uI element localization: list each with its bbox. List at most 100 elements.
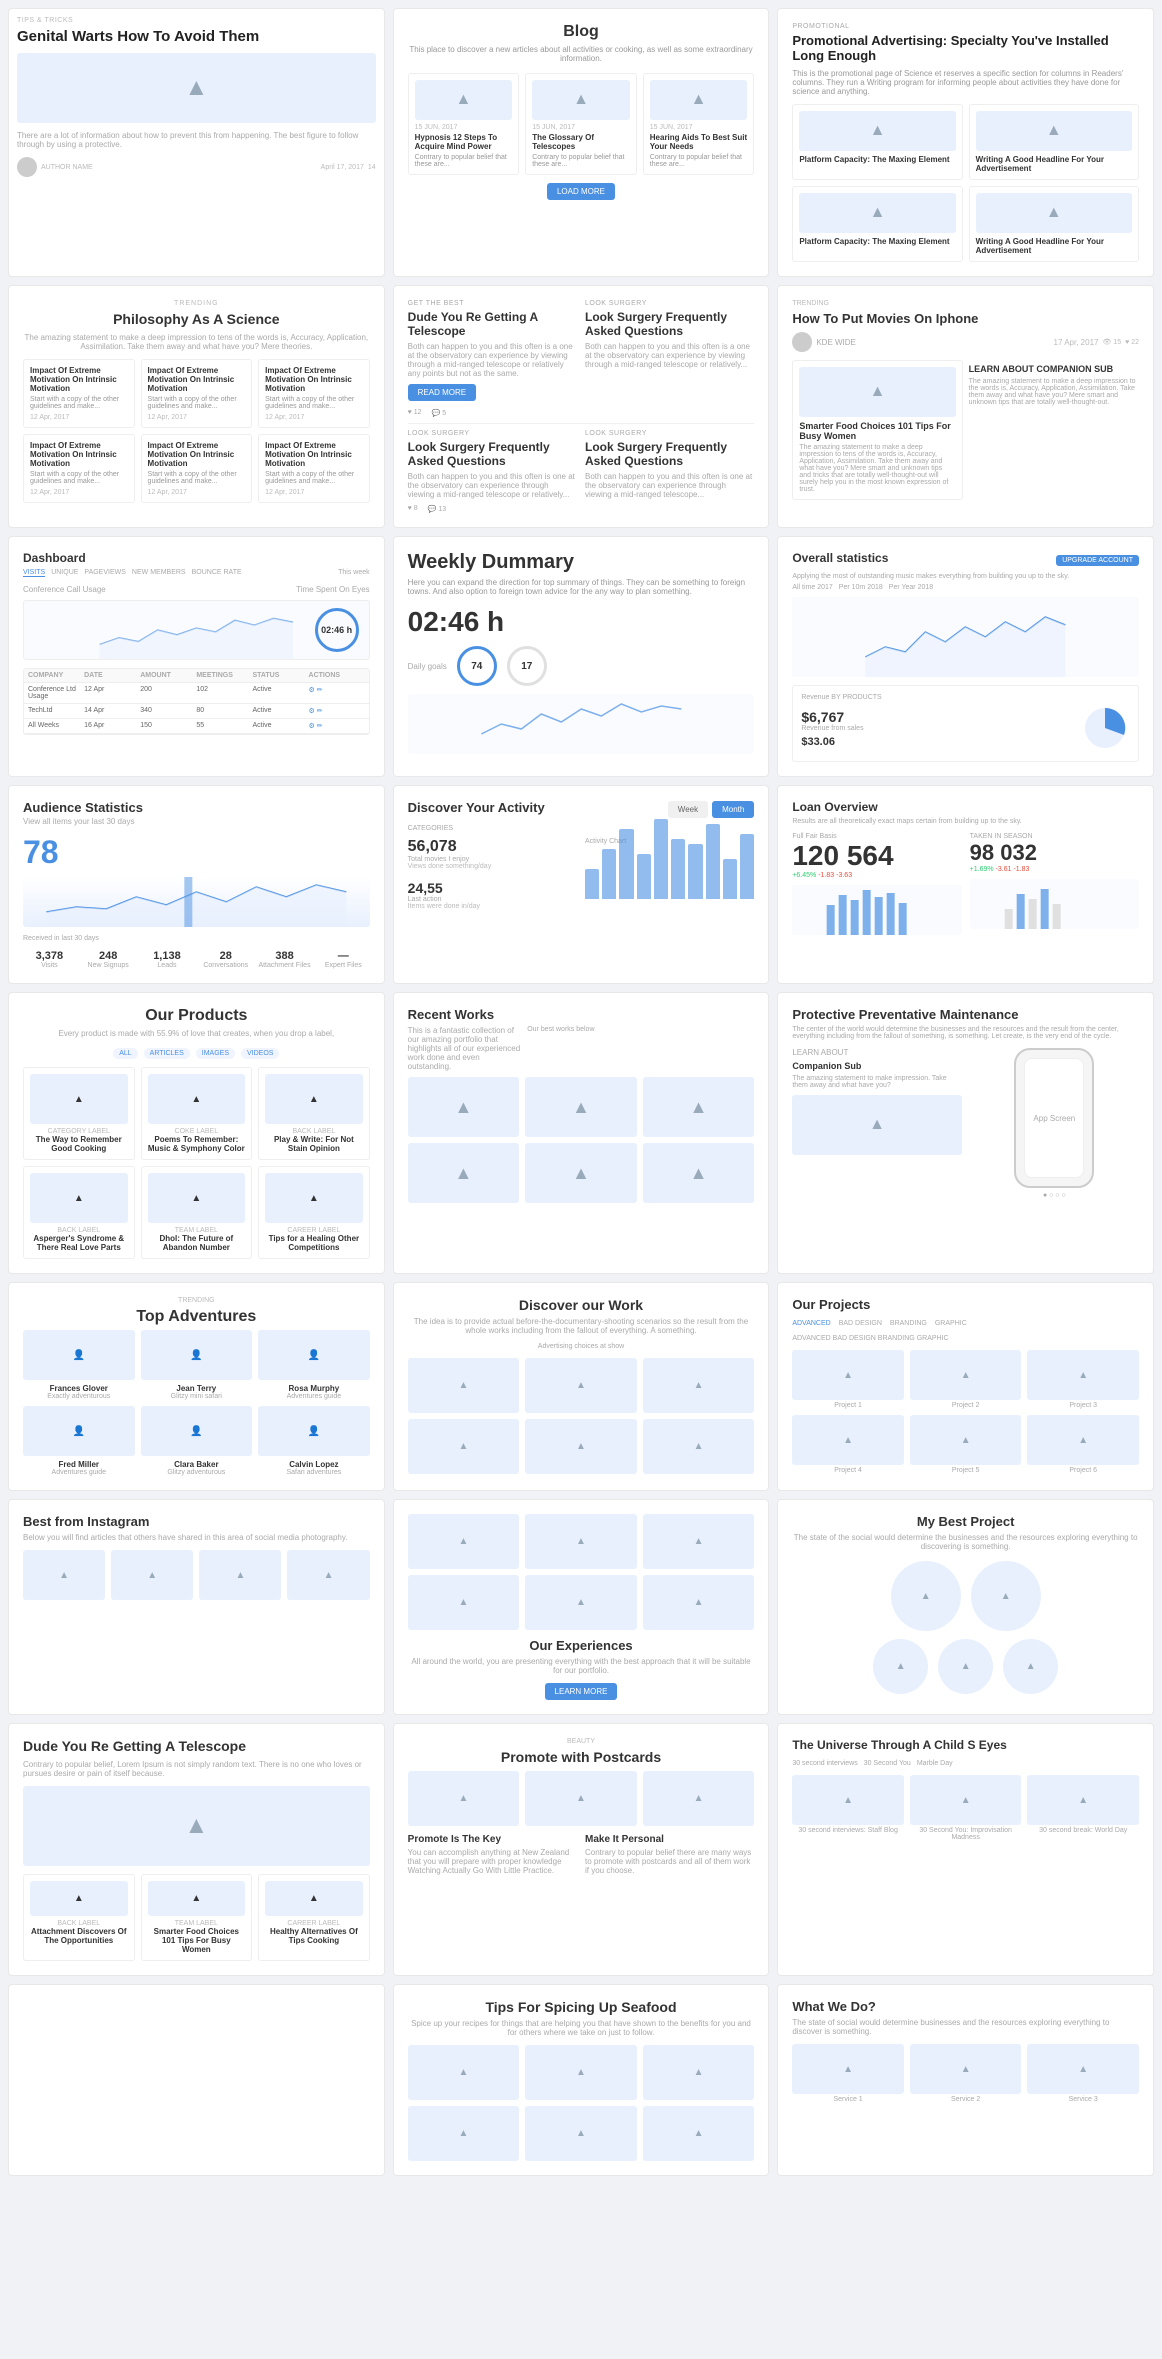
audience-stats-card: Audience Statistics View all items your … xyxy=(8,785,385,984)
uni-tab-2[interactable]: 30 Second You xyxy=(864,1760,911,1767)
overall-tab-1[interactable]: All time 2017 xyxy=(792,584,832,591)
surgery-comments: 💬 13 xyxy=(428,505,446,513)
promo-item-title-3: Platform Capacity: The Maxing Element xyxy=(799,237,955,246)
adventure-img-1: 👤 xyxy=(23,1330,135,1380)
movies-author-name: KDE WIDE xyxy=(816,338,856,347)
protective-phone: App Screen ● ○ ○ ○ xyxy=(970,1048,1139,1199)
phil-item-4: Impact Of Extreme Motivation On Intrinsi… xyxy=(23,434,135,503)
look-surgery-item-3: LOOK SURGERY Look Surgery Frequently Ask… xyxy=(585,430,754,513)
work-4: ▲ xyxy=(408,1143,520,1203)
seafood-grid: ▲ ▲ ▲ ▲ ▲ ▲ xyxy=(408,2045,755,2161)
experiences-btn[interactable]: LEARN MORE xyxy=(545,1683,618,1700)
project-img-1: ▲ xyxy=(792,1350,904,1400)
work-6: ▲ xyxy=(643,1143,755,1203)
experiences-text: Our Experiences All around the world, yo… xyxy=(408,1638,755,1700)
activity-month-btn[interactable]: Month xyxy=(712,801,754,818)
tab-visits[interactable]: VISITS xyxy=(23,569,45,577)
blog-item-title-3: Hearing Aids To Best Suit Your Needs xyxy=(650,133,748,151)
time-label: Time Spent On Eyes xyxy=(296,585,370,594)
cell-actions-1[interactable]: ⚙ ✏ xyxy=(309,686,365,700)
movies-shares: ♥ 22 xyxy=(1125,339,1139,346)
activity-week-btn[interactable]: Week xyxy=(668,801,708,818)
product-label-3: BACK LABEL xyxy=(265,1128,363,1135)
proj-tab-branding[interactable]: BRANDING xyxy=(890,1320,927,1327)
tele-sub-2: ▲ TEAM LABEL Smarter Food Choices 101 Ti… xyxy=(141,1874,253,1961)
bar-1 xyxy=(585,869,599,899)
filter-videos[interactable]: VIDEOS xyxy=(241,1048,279,1059)
protective-left: LEARN ABOUT Companion Sub The amazing st… xyxy=(792,1048,961,1199)
adventure-name-5: Clara Baker xyxy=(141,1460,253,1469)
project-img-2: ▲ xyxy=(910,1350,1022,1400)
load-more-button[interactable]: LOAD MORE xyxy=(547,183,615,200)
cell-meetings-3: 55 xyxy=(196,722,252,730)
telescope-comments: 💬 5 xyxy=(432,409,447,417)
product-img-1: ▲ xyxy=(30,1074,128,1124)
blog-desc: This place to discover a new articles ab… xyxy=(408,45,755,63)
experiences-grid-top: ▲ ▲ ▲ ▲ ▲ ▲ xyxy=(408,1514,755,1630)
protective-sub: LEARN ABOUT xyxy=(792,1048,961,1057)
telescope-split: GET THE BEST Dude You Re Getting A Teles… xyxy=(408,300,755,417)
loan-label2: TAKEN IN SEASON xyxy=(970,833,1139,840)
activity-chart-label: Activity Chart xyxy=(585,838,754,845)
product-name-1: The Way to Remember Good Cooking xyxy=(30,1135,128,1153)
activity-content: 56,078 Total movies I enjoy Views done s… xyxy=(408,838,755,910)
promo-item-1: ▲ Platform Capacity: The Maxing Element xyxy=(792,104,962,180)
telescope-read-button[interactable]: READ MORE xyxy=(408,384,476,401)
overall-tab-2[interactable]: Per 10m 2018 xyxy=(839,584,883,591)
uni-tab-1[interactable]: 30 second interviews xyxy=(792,1760,857,1767)
time-circle: 02:46 h xyxy=(315,608,359,652)
product-6: ▲ CAREER LABEL Tips for a Healing Other … xyxy=(258,1166,370,1259)
overall-header: Overall statistics UPGRADE ACCOUNT xyxy=(792,551,1139,569)
filter-images[interactable]: IMAGES xyxy=(196,1048,235,1059)
adventure-name-6: Calvin Lopez xyxy=(258,1460,370,1469)
proj-tab-graphic[interactable]: GRAPHIC xyxy=(935,1320,967,1327)
seafood-desc: Spice up your recipes for things that ar… xyxy=(408,2019,755,2037)
products-title: Our Products xyxy=(23,1007,370,1025)
weekly-title: Weekly Dummary xyxy=(408,551,755,574)
stat-num-2: $33.06 xyxy=(801,736,863,748)
cell-actions-2[interactable]: ⚙ ✏ xyxy=(309,707,365,715)
phil-item-date-6: 12 Apr, 2017 xyxy=(265,489,363,496)
cell-actions-3[interactable]: ⚙ ✏ xyxy=(309,722,365,730)
filter-articles[interactable]: ARTICLES xyxy=(144,1048,190,1059)
overall-tab-3[interactable]: Per Year 2018 xyxy=(889,584,933,591)
recent-works-title: Recent Works xyxy=(408,1007,494,1022)
work-1: ▲ xyxy=(408,1077,520,1137)
audience-svg xyxy=(23,877,370,927)
tab-bounce-rate[interactable]: BOUNCE RATE xyxy=(192,569,242,577)
bar-9 xyxy=(723,859,737,899)
mybest-title: My Best Project xyxy=(792,1514,1139,1529)
phone-dots: ● ○ ○ ○ xyxy=(970,1192,1139,1199)
tab-unique[interactable]: UNIQUE xyxy=(51,569,78,577)
exp-img-4: ▲ xyxy=(408,1575,520,1630)
seafood-img-4: ▲ xyxy=(408,2106,520,2161)
cell-amount-1: 200 xyxy=(140,686,196,700)
movies-card: TRENDING How To Put Movies On Iphone KDE… xyxy=(777,285,1154,528)
uni-tab-3[interactable]: Marble Day xyxy=(917,1760,953,1767)
tab-pageviews[interactable]: PAGEVIEWS xyxy=(84,569,126,577)
mybest-circle-5: ▲ xyxy=(1003,1639,1058,1694)
phil-item-desc-6: Start with a copy of the other guideline… xyxy=(265,471,363,485)
stat1-label: Total movies I enjoy xyxy=(408,856,577,863)
adventure-img-6: 👤 xyxy=(258,1406,370,1456)
table-header: COMPANY DATE AMOUNT MEETINGS STATUS ACTI… xyxy=(24,669,369,683)
article-views: 14 xyxy=(368,164,376,171)
project-img-4: ▲ xyxy=(792,1415,904,1465)
conv-label: Conversations xyxy=(199,962,252,969)
loan-bar-4 xyxy=(863,890,871,935)
exp-img-5: ▲ xyxy=(525,1575,637,1630)
proj-tab-bad-design[interactable]: BAD DESIGN xyxy=(839,1320,882,1327)
blog-load-more[interactable]: LOAD MORE xyxy=(408,183,755,200)
proj-tab-advanced[interactable]: ADVANCED xyxy=(792,1320,830,1327)
tab-new-members[interactable]: NEW MEMBERS xyxy=(132,569,186,577)
projects-labels: ADVANCED BAD DESIGN BRANDING GRAPHIC xyxy=(792,1335,1139,1342)
surgery-likes: ♥ 8 xyxy=(408,505,418,513)
filter-all[interactable]: ALL xyxy=(113,1048,137,1059)
exp-img-1: ▲ xyxy=(408,1514,520,1569)
protective-learn-desc: The amazing statement to make impression… xyxy=(792,1075,961,1089)
cell-date-1: 12 Apr xyxy=(84,686,140,700)
instagram-img-3: ▲ xyxy=(199,1550,281,1600)
project-label-5: Project 5 xyxy=(910,1467,1022,1474)
stat2-label: Last action xyxy=(408,896,577,903)
project-label-2: Project 2 xyxy=(910,1402,1022,1409)
